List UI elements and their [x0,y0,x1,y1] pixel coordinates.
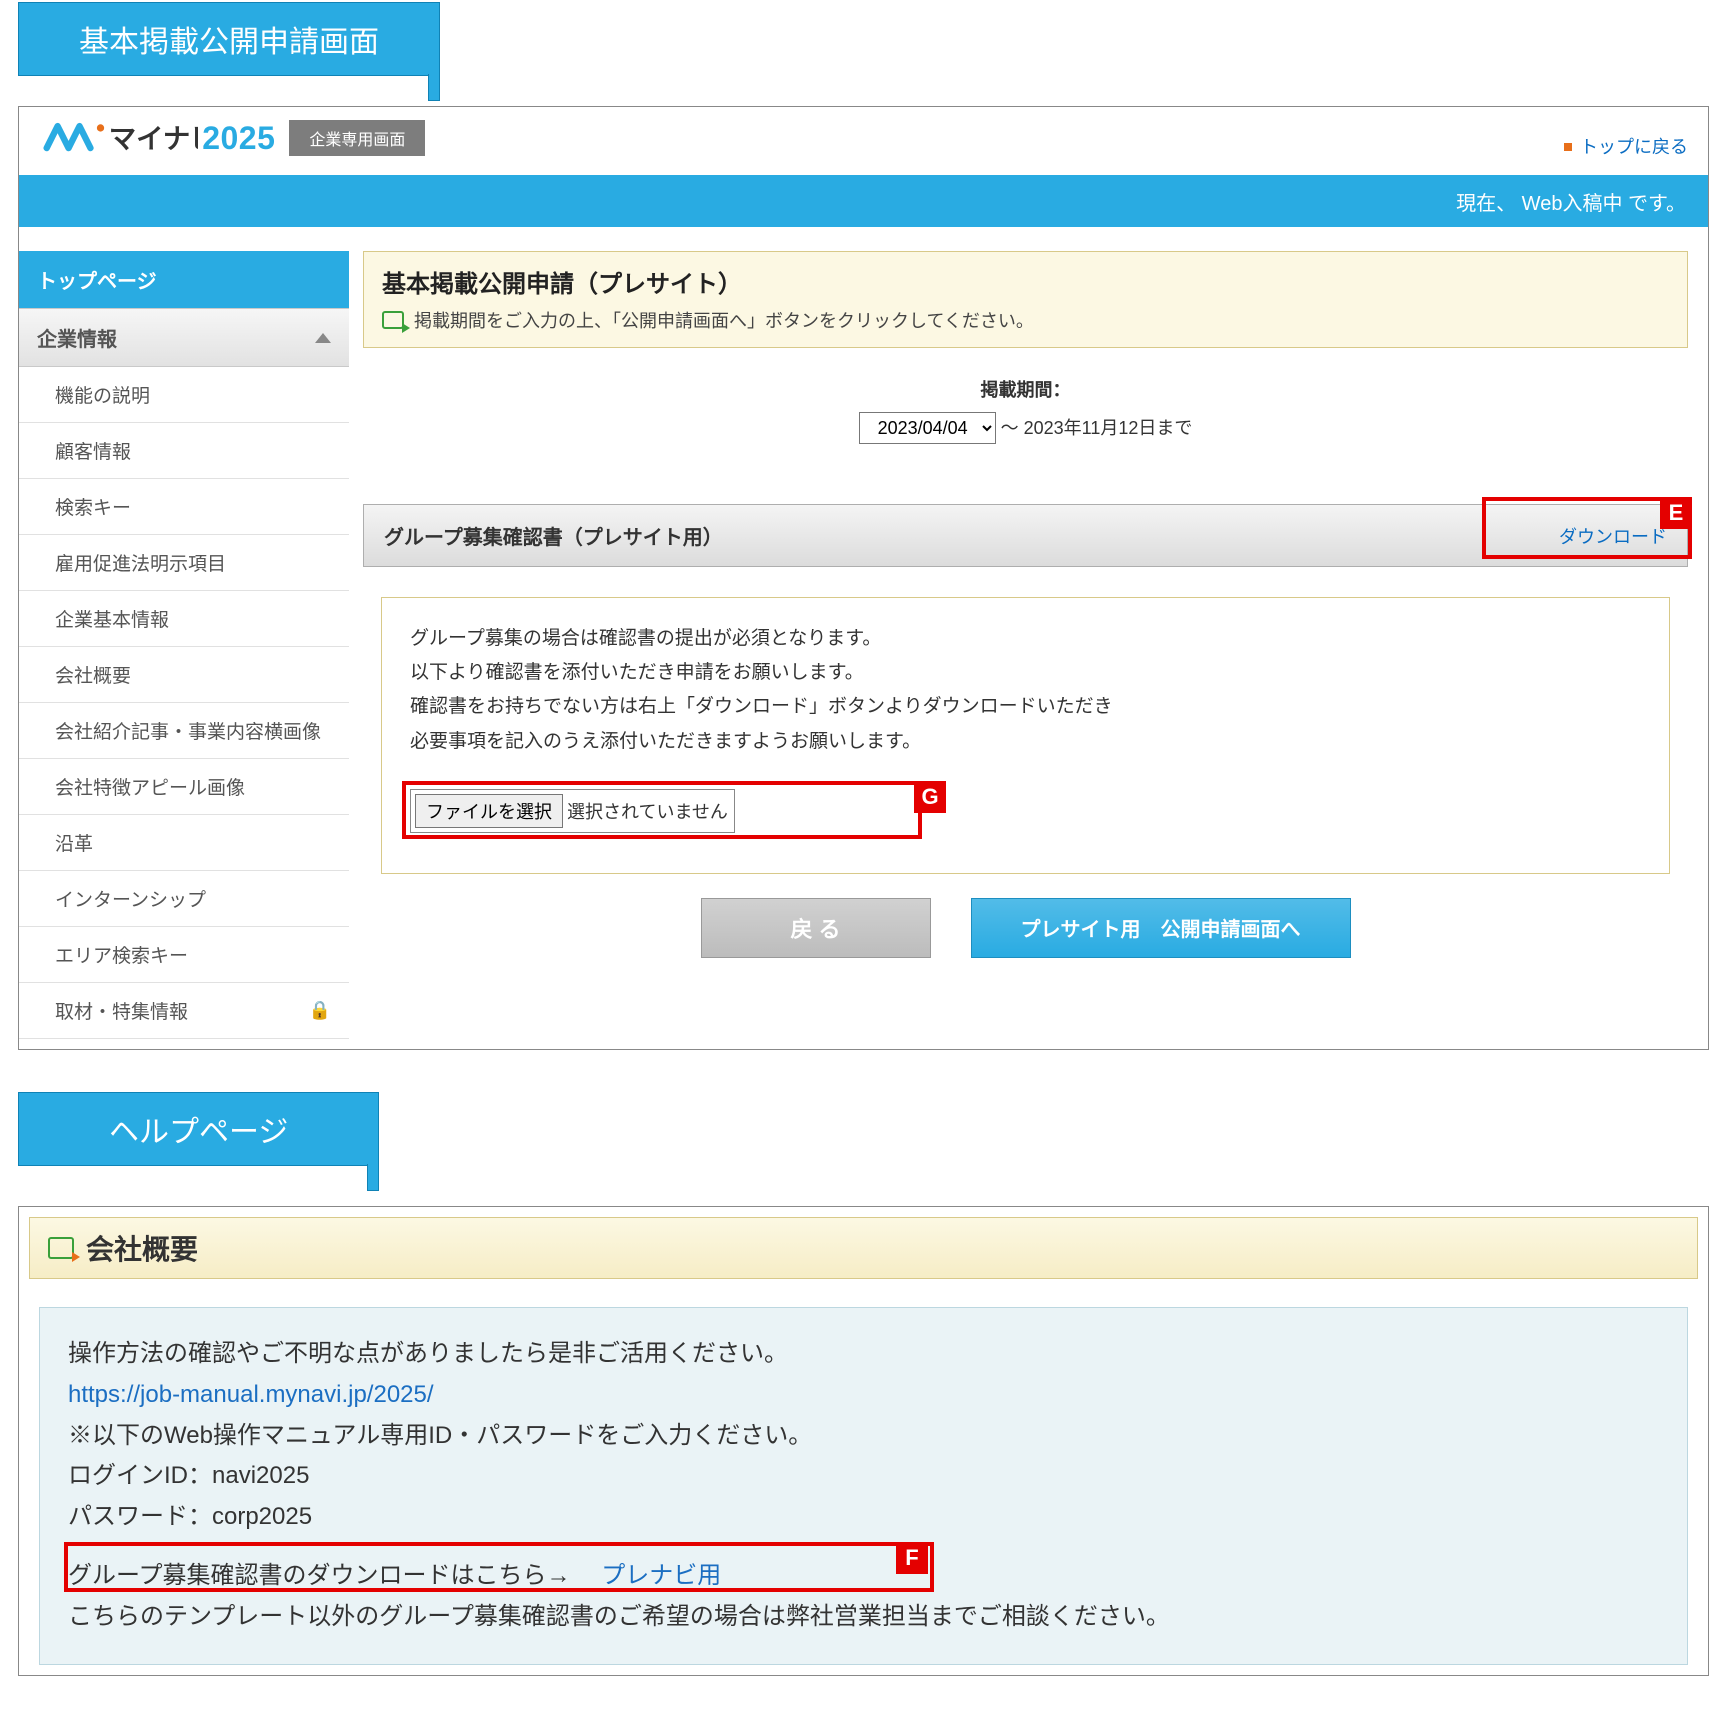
help-header-bar: 会社概要 [29,1217,1698,1279]
page-header-panel: 基本掲載公開申請（プレサイト） 掲載期間をご入力の上、「公開申請画面へ」ボタンを… [363,251,1688,348]
publish-period-row: 掲載期間： 2023/04/04 ～ 2023年11月12日まで [363,376,1688,444]
annotation-tab-application-screen: 基本掲載公開申請画面 [18,2,440,76]
sidebar-item[interactable]: 会社紹介記事・事業内容横画像 [19,703,349,759]
note-line: 以下より確認書を添付いただき申請をお願いします。 [410,656,1641,690]
sidebar-item-label: 雇用促進法明示項目 [55,549,226,576]
sidebar-item[interactable]: 取材・特集情報 🔒 [19,983,349,1039]
screenshot-application-screen: マイナビ 2025 企業専用画面 トップに戻る 現在、 Web入稿中 です。 ト… [18,106,1709,1050]
screenshot-help-page: 会社概要 操作方法の確認やご不明な点がありましたら是非ご活用ください。 http… [18,1206,1709,1676]
sidebar-item-label: 会社紹介記事・事業内容横画像 [55,717,321,744]
main-area: 基本掲載公開申請（プレサイト） 掲載期間をご入力の上、「公開申請画面へ」ボタンを… [363,251,1696,1039]
sidebar-item[interactable]: 会社概要 [19,647,349,703]
logo-year: 2025 [202,120,275,157]
proceed-button[interactable]: プレサイト用 公開申請画面へ [971,898,1351,958]
lock-icon: 🔒 [309,1000,331,1021]
sidebar-item[interactable]: 沿革 [19,815,349,871]
sidebar-item-label: 機能の説明 [55,381,150,408]
annotation-tab-label: ヘルプページ [109,1116,288,1149]
sidebar-item-label: 顧客情報 [55,437,131,464]
sidebar-item[interactable]: エリア検索キー [19,927,349,983]
action-button-row: 戻 る プレサイト用 公開申請画面へ [363,898,1688,958]
file-upload-row: ファイルを選択 選択されていません G [410,789,735,833]
instruction-note-box: グループ募集の場合は確認書の提出が必須となります。 以下より確認書を添付いただき… [381,597,1670,874]
annotation-tab-label: 基本掲載公開申請画面 [79,26,379,59]
sidebar-item[interactable]: 検索キー [19,479,349,535]
help-line-login-id: ログインID：navi2025 [68,1456,1659,1497]
note-line: グループ募集の場合は確認書の提出が必須となります。 [410,622,1641,656]
sidebar-top-page[interactable]: トップページ [19,251,349,308]
sidebar-item[interactable]: 雇用促進法明示項目 [19,535,349,591]
sidebar-item-label: 取材・特集情報 [55,997,188,1024]
help-line: 操作方法の確認やご不明な点がありましたら是非ご活用ください。 [68,1334,1659,1375]
section-bar-group-recruit-doc: グループ募集確認書（プレサイト用） ダウンロード E [363,504,1688,567]
arrow-note-icon [382,311,404,329]
note-line: 確認書をお持ちでない方は右上「ダウンロード」ボタンよりダウンロードいただき [410,690,1641,724]
download-link[interactable]: ダウンロード [1559,523,1667,549]
page-title: 基本掲載公開申請（プレサイト） [382,264,1669,299]
proceed-button-label: プレサイト用 公開申請画面へ [1021,913,1301,942]
publish-period-suffix: ～ 2023年11月12日まで [1001,418,1193,438]
sidebar-item-label: 会社特徴アピール画像 [55,773,245,800]
annotation-badge-f: F [896,1542,928,1574]
sidebar-item[interactable]: 企業基本情報 [19,591,349,647]
sidebar-accordion-label: 企業情報 [37,323,117,352]
status-strip: 現在、 Web入稿中 です。 [19,175,1708,227]
sidebar-item-label: 検索キー [55,493,131,520]
manual-url-link[interactable]: https://job-manual.mynavi.jp/2025/ [68,1381,434,1408]
publish-period-label: 掲載期間： [363,376,1688,402]
sidebar-item-label: エリア検索キー [55,941,188,968]
sidebar-item[interactable]: 顧客情報 [19,423,349,479]
sidebar-item[interactable]: 会社特徴アピール画像 [19,759,349,815]
site-header: マイナビ 2025 企業専用画面 トップに戻る [19,107,1708,175]
choose-file-button[interactable]: ファイルを選択 [415,794,563,828]
help-body: 操作方法の確認やご不明な点がありましたら是非ご活用ください。 https://j… [39,1307,1688,1665]
sidebar-item-label: 沿革 [55,829,93,856]
back-button[interactable]: 戻 る [701,898,931,958]
sidebar: トップページ 企業情報 機能の説明 顧客情報 検索キー 雇用促進法明示項目 企業… [19,251,349,1039]
back-button-label: 戻 る [790,912,840,944]
sidebar-accordion-company-info[interactable]: 企業情報 [19,308,349,367]
sidebar-item[interactable]: インターンシップ [19,871,349,927]
mynavi-logo-icon: マイナビ [43,117,198,159]
page-subtitle: 掲載期間をご入力の上、「公開申請画面へ」ボタンをクリックしてください。 [414,307,1034,333]
svg-text:マイナビ: マイナビ [109,123,198,154]
sidebar-item-label: 会社概要 [55,661,131,688]
status-strip-text: 現在、 Web入稿中 です。 [1456,187,1686,216]
help-page-title: 会社概要 [86,1228,198,1268]
annotation-badge-g: G [914,781,946,813]
company-only-badge: 企業専用画面 [289,120,425,156]
prenavi-download-link[interactable]: プレナビ用 [601,1562,721,1589]
annotation-tab-help-page: ヘルプページ [18,1092,379,1166]
sidebar-item[interactable]: 機能の説明 [19,367,349,423]
sidebar-item-label: 企業基本情報 [55,605,169,632]
back-to-top-link[interactable]: トップに戻る [1564,133,1688,159]
help-download-prefix: グループ募集確認書のダウンロードはこちら→ [68,1562,595,1589]
help-line-password: パスワード：corp2025 [68,1497,1659,1538]
page-icon [48,1237,74,1259]
chevron-up-icon [315,333,331,343]
help-line: こちらのテンプレート以外のグループ募集確認書のご希望の場合は弊社営業担当までご相… [68,1597,1659,1638]
section-bar-title: グループ募集確認書（プレサイト用） [384,521,723,550]
help-line: ※以下のWeb操作マニュアル専用ID・パスワードをご入力ください。 [68,1416,1659,1457]
sidebar-item-label: インターンシップ [55,885,206,912]
publish-period-select[interactable]: 2023/04/04 [859,412,996,444]
file-status-text: 選択されていません [563,798,728,824]
note-line: 必要事項を記入のうえ添付いただきますようお願いします。 [410,725,1641,759]
annotation-badge-e: E [1660,497,1692,529]
